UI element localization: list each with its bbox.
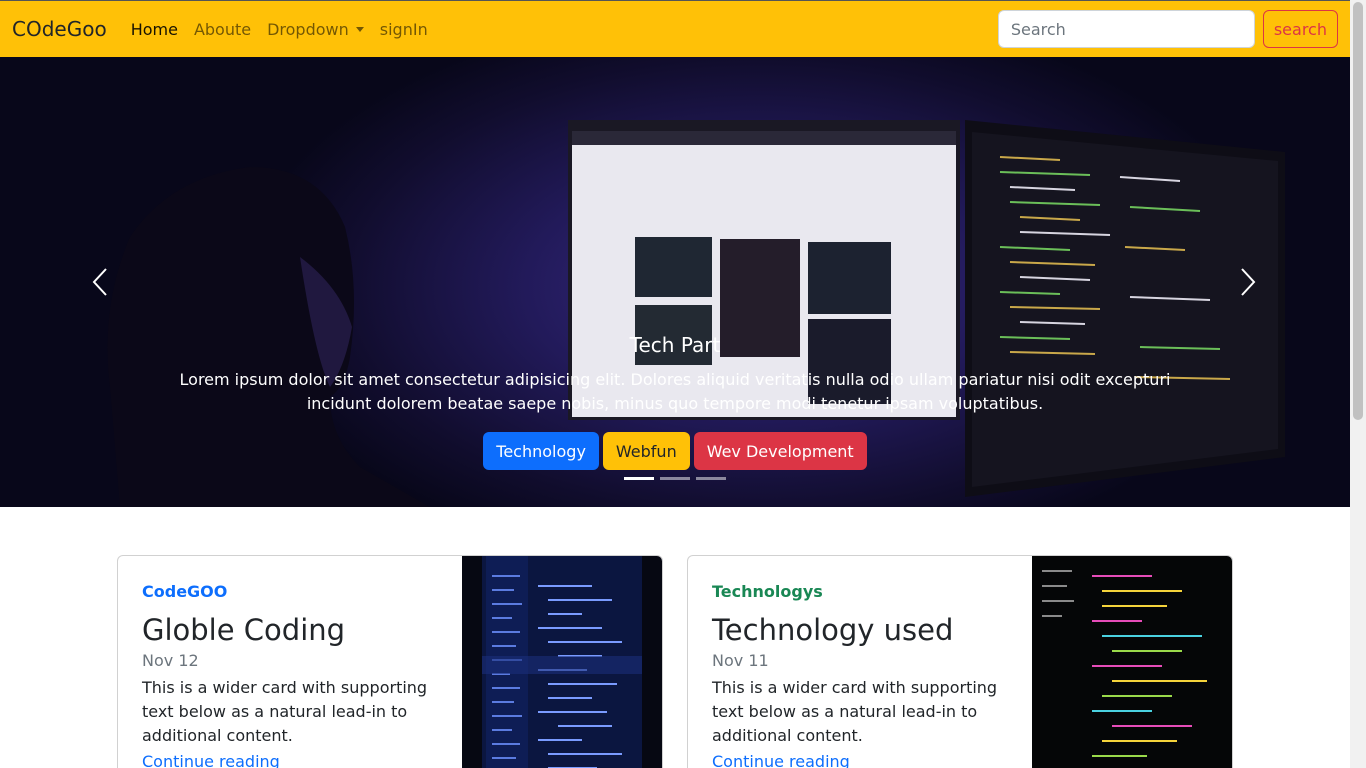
continue-reading-link[interactable]: Continue reading xyxy=(142,752,442,768)
code-editor-image xyxy=(1032,556,1232,768)
search-input[interactable] xyxy=(997,10,1255,48)
card-image xyxy=(1032,556,1232,768)
card-text: This is a wider card with supporting tex… xyxy=(712,678,998,745)
carousel-prev-button[interactable] xyxy=(80,257,120,307)
webfun-button[interactable]: Webfun xyxy=(602,432,690,470)
thumb-3 xyxy=(808,242,891,314)
caret-down-icon xyxy=(355,26,364,32)
caption-title: Tech Part xyxy=(629,333,721,357)
carousel-indicators xyxy=(0,477,1350,480)
carousel-indicator-3[interactable] xyxy=(696,477,726,480)
hero-carousel: Tech Part Lorem ipsum dolor sit amet con… xyxy=(0,57,1350,507)
card-date: Nov 12 xyxy=(142,651,199,670)
nav-dropdown-label: Dropdown xyxy=(267,19,349,39)
chevron-left-icon xyxy=(92,268,107,296)
card-category: Technologys xyxy=(712,582,823,601)
thumb-1 xyxy=(635,237,712,297)
navbar-brand[interactable]: COdeGoo xyxy=(12,17,107,41)
browser-bar xyxy=(572,131,956,145)
scrollbar-thumb[interactable] xyxy=(1353,2,1363,420)
navbar: COdeGoo Home Aboute Dropdown signIn sear… xyxy=(0,0,1350,57)
blog-card-1: CodeGOO Globle Coding Nov 12 This is a w… xyxy=(117,555,663,768)
carousel-indicator-2[interactable] xyxy=(660,477,690,480)
carousel-next-button[interactable] xyxy=(1228,257,1268,307)
wev-development-button[interactable]: Wev Development xyxy=(693,432,867,470)
card-body: CodeGOO Globle Coding Nov 12 This is a w… xyxy=(142,582,442,768)
nav-dropdown-toggle[interactable]: Dropdown xyxy=(259,20,372,39)
search-form: search xyxy=(997,10,1338,48)
carousel-indicator-1[interactable] xyxy=(624,477,654,480)
card-text: This is a wider card with supporting tex… xyxy=(142,678,428,745)
nav-link-aboute[interactable]: Aboute xyxy=(186,20,259,39)
card-image xyxy=(462,556,662,768)
card-body: Technologys Technology used Nov 11 This … xyxy=(712,582,1012,768)
card-date: Nov 11 xyxy=(712,651,769,670)
nav-link-signin[interactable]: signIn xyxy=(372,20,436,39)
continue-reading-link[interactable]: Continue reading xyxy=(712,752,1012,768)
technology-button[interactable]: Technology xyxy=(483,432,599,470)
caption-text: Lorem ipsum dolor sit amet consectetur a… xyxy=(179,370,1171,413)
nav-link-home[interactable]: Home xyxy=(123,20,186,39)
card-category: CodeGOO xyxy=(142,582,228,601)
card-title: Globle Coding xyxy=(142,613,346,647)
card-title: Technology used xyxy=(712,613,954,647)
chevron-right-icon xyxy=(1241,268,1256,296)
nav-links: Home Aboute Dropdown signIn xyxy=(123,20,436,39)
tag-buttons: Technology Webfun Wev Development xyxy=(150,432,1200,470)
blog-card-2: Technologys Technology used Nov 11 This … xyxy=(687,555,1233,768)
search-button[interactable]: search xyxy=(1262,10,1338,48)
page-scrollbar[interactable] xyxy=(1350,0,1366,768)
code-screen-image xyxy=(462,556,662,768)
carousel-caption: Tech Part Lorem ipsum dolor sit amet con… xyxy=(150,332,1200,470)
